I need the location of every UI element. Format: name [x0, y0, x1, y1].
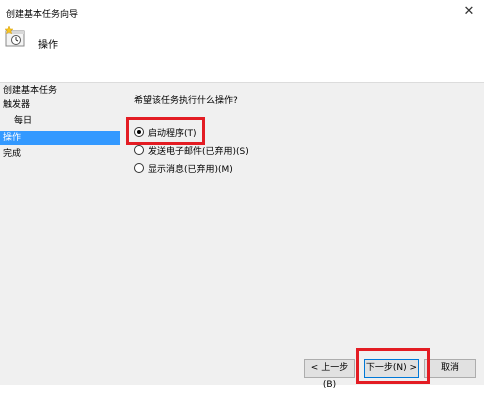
page-title: 操作 [38, 40, 58, 51]
radio-display-message[interactable] [134, 163, 144, 173]
highlight-box-start-program [126, 117, 205, 145]
title-bar: 创建基本任务向导 ✕ [0, 0, 484, 24]
divider [0, 82, 484, 83]
nav-step-action[interactable]: 操作 [0, 131, 120, 145]
nav-step-daily[interactable]: 每日 [0, 114, 120, 128]
close-icon[interactable]: ✕ [460, 3, 478, 21]
option-label-display-message: 显示消息(已弃用)(M) [148, 164, 233, 175]
radio-send-email[interactable] [134, 145, 144, 155]
back-button[interactable]: < 上一步(B) [304, 359, 355, 390]
task-scheduler-icon [4, 25, 26, 48]
action-question: 希望该任务执行什么操作? [134, 96, 238, 106]
option-send-email[interactable]: 发送电子邮件(已弃用)(S) [134, 143, 249, 157]
highlight-box-next [356, 348, 430, 384]
option-label-send-email: 发送电子邮件(已弃用)(S) [148, 146, 249, 157]
nav-step-finish[interactable]: 完成 [0, 147, 120, 161]
cancel-button[interactable]: 取消 [424, 359, 476, 378]
window-title: 创建基本任务向导 [6, 10, 79, 20]
nav-step-create-basic-task[interactable]: 创建基本任务 [0, 84, 120, 98]
wizard-header: 操作 [0, 24, 484, 82]
nav-step-trigger[interactable]: 触发器 [0, 98, 120, 112]
option-display-message[interactable]: 显示消息(已弃用)(M) [134, 161, 233, 175]
